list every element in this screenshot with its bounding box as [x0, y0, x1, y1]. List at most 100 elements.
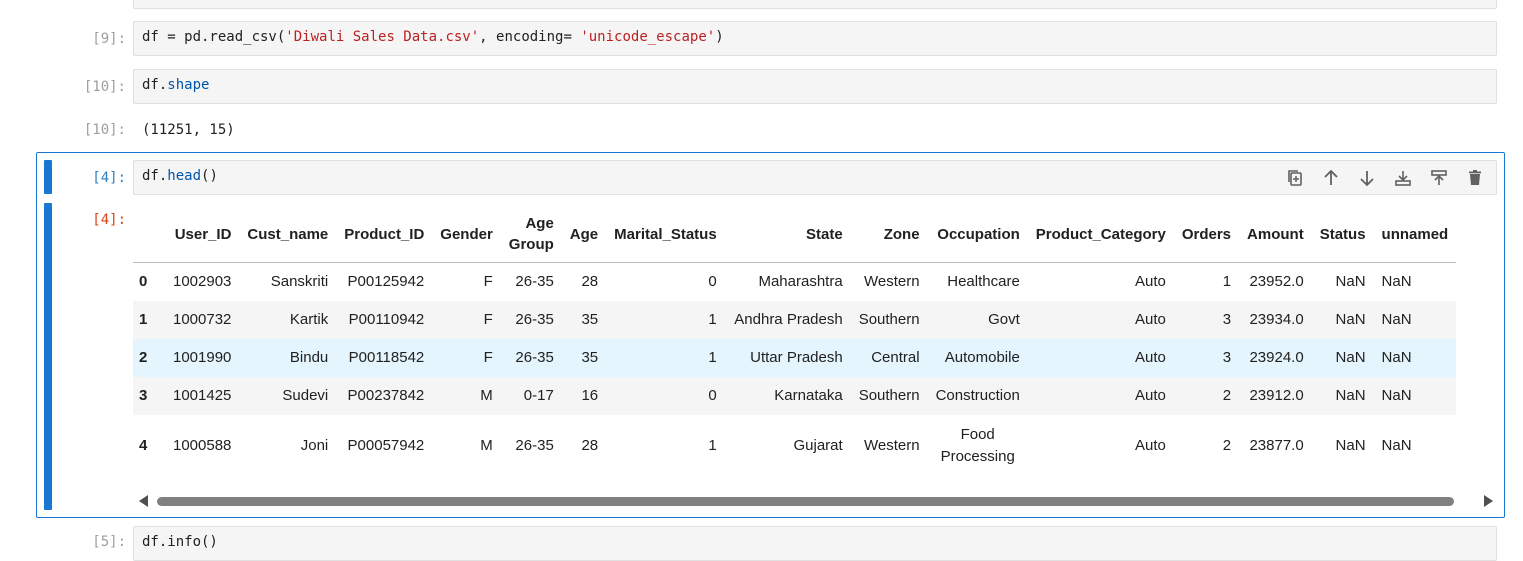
table-cell: 23934.0	[1249, 311, 1304, 328]
table-cell: 1000588	[173, 437, 232, 454]
table-cell: Govt	[988, 311, 1020, 328]
table-cell: NaN	[1381, 437, 1412, 454]
table-cell: NaN	[1335, 349, 1366, 366]
table-cell: Sudevi	[282, 387, 329, 404]
table-cell: Gujarat	[793, 437, 843, 454]
code-token: df = pd.read_csv(	[142, 29, 286, 45]
code-token: )	[715, 29, 724, 45]
table-cell: 23952.0	[1249, 273, 1304, 291]
cell-10-output-prompt: [10]:	[83, 122, 126, 138]
cell-10-input[interactable]: df.shape	[133, 69, 1497, 104]
table-cell: NaN	[1335, 387, 1366, 404]
table-cell: M	[480, 437, 493, 454]
column-header: Cust_name	[239, 206, 337, 263]
table-cell: Andhra Pradesh	[734, 311, 843, 328]
column-header: unnamed	[1373, 206, 1457, 263]
insert-above-icon[interactable]	[1426, 165, 1452, 191]
column-header: Zone	[850, 206, 928, 263]
table-cell: Karnataka	[774, 387, 843, 404]
column-header: User_ID	[165, 206, 240, 263]
code-token: , encoding=	[479, 29, 581, 45]
table-cell: 23912.0	[1249, 387, 1304, 404]
table-cell: NaN	[1381, 349, 1412, 366]
table-cell: Auto	[1134, 349, 1166, 366]
cell-9-input[interactable]: df = pd.read_csv('Diwali Sales Data.csv'…	[133, 21, 1497, 56]
scroll-right-arrow-icon[interactable]	[1484, 495, 1493, 507]
table-cell: 1000732	[173, 311, 232, 328]
table-cell: 35	[581, 311, 599, 328]
code-attr: shape	[167, 77, 210, 93]
table-cell: 3	[1222, 311, 1232, 328]
table-row: 3 1001425 Sudevi P00237842 M 0-17 16 0 Karnataka…	[133, 376, 1457, 415]
duplicate-icon[interactable]	[1282, 165, 1308, 191]
move-down-icon[interactable]	[1354, 165, 1380, 191]
table-cell: P00125942	[347, 273, 425, 291]
move-up-icon[interactable]	[1318, 165, 1344, 191]
table-cell: Kartik	[289, 311, 329, 328]
delete-icon[interactable]	[1462, 165, 1488, 191]
table-cell: F	[483, 311, 493, 328]
table-cell: 26-35	[515, 273, 554, 291]
output-collapser[interactable]	[44, 203, 52, 510]
table-cell: P00110942	[348, 311, 425, 328]
code-token: ()	[201, 168, 218, 184]
table-cell: Food Processing	[940, 425, 1015, 465]
table-cell: 26-35	[515, 437, 554, 454]
code-string: 'unicode_escape'	[580, 29, 716, 45]
row-index: 2	[139, 349, 148, 366]
scrollbar-thumb[interactable]	[157, 497, 1454, 506]
table-cell: P00118542	[348, 349, 425, 366]
dataframe-table: User_ID Cust_name Product_ID Gender Age …	[133, 206, 1457, 477]
column-header: Gender	[432, 206, 501, 263]
code-token: df.	[142, 168, 168, 184]
page-scrollbar[interactable]	[1506, 0, 1523, 539]
scroll-left-arrow-icon[interactable]	[139, 495, 148, 507]
table-cell: Bindu	[289, 349, 329, 366]
table-cell: NaN	[1335, 273, 1366, 291]
column-header: Product_Category	[1027, 206, 1174, 263]
insert-below-icon[interactable]	[1390, 165, 1416, 191]
cell-10-output: (11251, 15)	[142, 122, 235, 138]
table-row: 1 1000732 Kartik P00110942 F 26-35 35 1 Andhra P…	[133, 300, 1457, 339]
code-attr: head	[167, 168, 202, 184]
table-cell: 1002903	[173, 273, 232, 291]
column-header: State	[724, 206, 851, 263]
dataframe-output[interactable]: User_ID Cust_name Product_ID Gender Age …	[133, 206, 1497, 486]
table-cell: Western	[864, 273, 920, 291]
column-header: Orders	[1173, 206, 1240, 263]
table-cell: 1	[708, 349, 717, 366]
cell-5-input[interactable]: df.info()	[133, 526, 1497, 561]
table-cell: 1	[708, 311, 717, 328]
table-cell: NaN	[1381, 273, 1412, 291]
code-token: df.	[142, 77, 168, 93]
column-header-index	[133, 206, 165, 263]
table-cell: NaN	[1381, 311, 1412, 328]
table-cell: 1	[708, 437, 717, 454]
table-cell: Construction	[935, 387, 1020, 404]
table-cell: Southern	[858, 387, 920, 404]
table-cell: 0	[708, 387, 717, 404]
table-header-row: User_ID Cust_name Product_ID Gender Age …	[133, 206, 1457, 263]
table-cell: 2	[1222, 437, 1232, 454]
column-header: Occupation	[927, 206, 1028, 263]
table-cell: 28	[581, 273, 599, 291]
column-header: Product_ID	[336, 206, 433, 263]
horizontal-scrollbar[interactable]	[137, 493, 1497, 509]
table-cell: Auto	[1134, 387, 1166, 404]
table-cell: Maharashtra	[758, 273, 843, 291]
row-index: 1	[139, 311, 148, 328]
table-cell: 1001425	[173, 387, 232, 404]
table-cell: Western	[864, 437, 920, 454]
table-cell: P00237842	[347, 387, 425, 404]
code-string: 'Diwali Sales Data.csv'	[285, 29, 480, 45]
table-row: 4 1000588 Joni P00057942 M 26-35 28 1 Gujarat Wes…	[133, 414, 1457, 477]
table-cell: 1001990	[173, 349, 232, 366]
table-cell: Auto	[1134, 273, 1166, 291]
column-header: Age	[561, 206, 607, 263]
table-cell: 23924.0	[1249, 349, 1304, 366]
cell-5-prompt: [5]:	[92, 534, 126, 550]
table-cell: 16	[581, 387, 599, 404]
previous-cell-input[interactable]	[133, 0, 1497, 9]
table-cell: Joni	[300, 437, 329, 454]
row-index: 0	[139, 273, 148, 291]
